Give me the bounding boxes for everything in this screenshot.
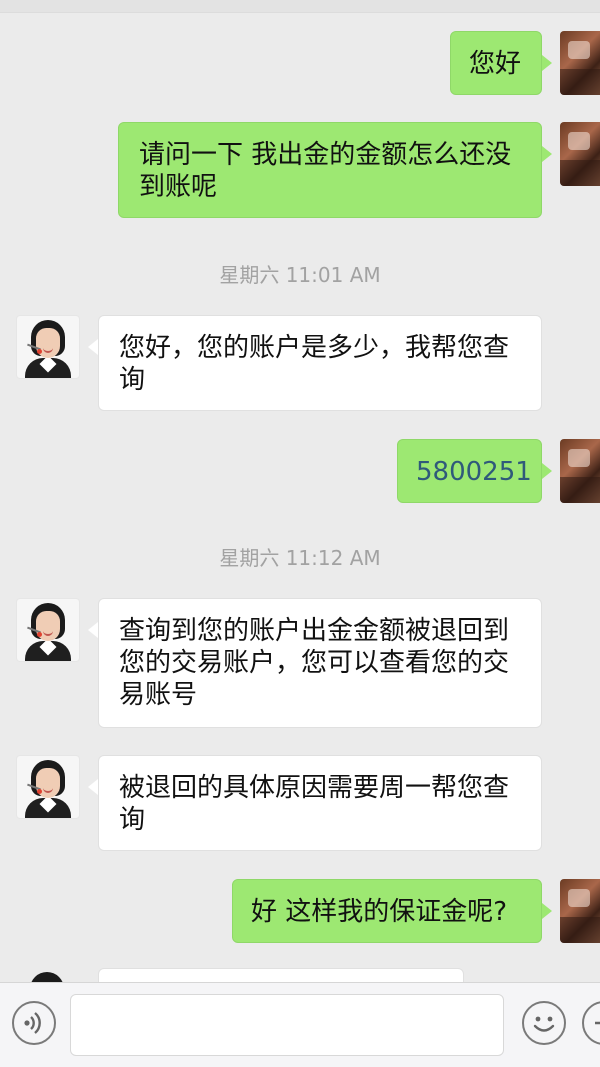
bubble-tail: [88, 622, 98, 638]
my-avatar[interactable]: [560, 439, 600, 503]
agent-avatar[interactable]: [16, 315, 80, 379]
plus-icon: [595, 1021, 600, 1025]
message-bubble[interactable]: 您好: [450, 31, 542, 95]
message-text: 5800251: [416, 457, 532, 487]
my-avatar[interactable]: [560, 122, 600, 186]
my-avatar[interactable]: [560, 31, 600, 95]
bubble-tail: [542, 55, 552, 71]
bubble-tail: [88, 779, 98, 795]
plus-button[interactable]: [582, 1001, 600, 1045]
message-list[interactable]: 您好 请问一下 我出金的金额怎么还没到账呢 星期六 11:01 AM 您好，您的…: [0, 0, 600, 982]
emoji-icon: [533, 1016, 555, 1032]
bubble-tail: [88, 339, 98, 355]
message-bubble[interactable]: 查询到您的账户出金金额被退回到您的交易账户，您可以查看您的交易账号: [98, 598, 542, 728]
message-timestamp: 星期六 11:12 AM: [219, 546, 381, 570]
bubble-tail: [542, 463, 552, 479]
message-text: 您好，您的账户是多少，我帮您查询: [119, 333, 510, 395]
message-bubble[interactable]: 5800251: [397, 439, 542, 503]
agent-avatar[interactable]: [16, 968, 80, 982]
input-bar: [0, 982, 600, 1067]
message-text: 请问一下 我出金的金额怎么还没到账呢: [139, 140, 512, 202]
emoji-button[interactable]: [522, 1001, 566, 1045]
message-text: 被退回的具体原因需要周一帮您查询: [119, 773, 510, 835]
voice-icon: [24, 1012, 41, 1034]
message-bubble[interactable]: 被退回的具体原因需要周一帮您查询: [98, 755, 542, 851]
agent-avatar[interactable]: [16, 755, 80, 819]
bubble-tail: [542, 146, 552, 162]
message-input[interactable]: [70, 994, 504, 1056]
message-timestamp: 星期六 11:01 AM: [219, 263, 381, 287]
message-text: 好 这样我的保证金呢?: [251, 897, 508, 927]
message-bubble-partial[interactable]: [98, 968, 464, 982]
message-bubble[interactable]: 您好，您的账户是多少，我帮您查询: [98, 315, 542, 411]
message-text: 您好: [469, 49, 522, 79]
my-avatar[interactable]: [560, 879, 600, 943]
message-bubble[interactable]: 好 这样我的保证金呢?: [232, 879, 542, 943]
agent-avatar[interactable]: [16, 598, 80, 662]
bubble-tail: [542, 903, 552, 919]
chat-screen: 您好 请问一下 我出金的金额怎么还没到账呢 星期六 11:01 AM 您好，您的…: [0, 0, 600, 1067]
message-bubble[interactable]: 请问一下 我出金的金额怎么还没到账呢: [118, 122, 542, 218]
message-text: 查询到您的账户出金金额被退回到您的交易账户，您可以查看您的交易账号: [119, 616, 510, 710]
voice-button[interactable]: [12, 1001, 56, 1045]
